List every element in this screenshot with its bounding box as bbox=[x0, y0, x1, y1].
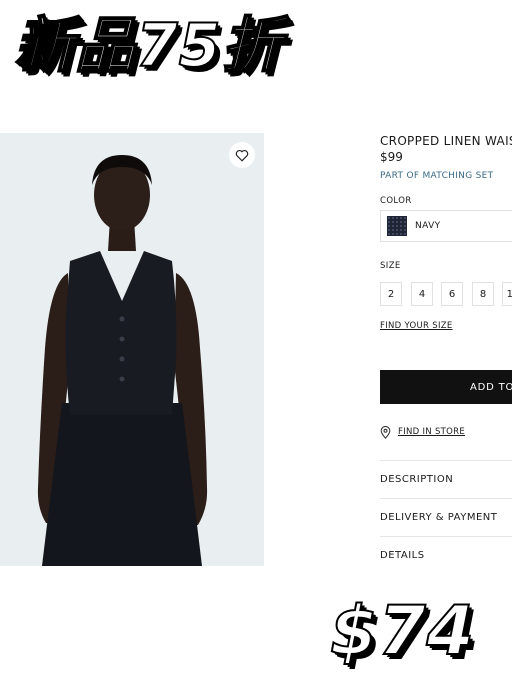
size-option[interactable]: 6 bbox=[441, 282, 463, 306]
product-price: $99 bbox=[380, 150, 403, 164]
size-option[interactable]: 8 bbox=[472, 282, 494, 306]
color-label: COLOR bbox=[380, 196, 412, 206]
product-panel: CROPPED LINEN WAISTCOAT $99 PART OF MATC… bbox=[380, 0, 512, 683]
color-swatch bbox=[387, 216, 407, 236]
size-option[interactable]: 2 bbox=[380, 282, 402, 306]
find-in-store-link[interactable]: FIND IN STORE bbox=[398, 427, 465, 437]
favorite-button[interactable] bbox=[229, 142, 255, 168]
add-to-bag-button[interactable]: ADD TO BAG bbox=[380, 370, 512, 404]
divider bbox=[380, 536, 512, 537]
model-illustration bbox=[37, 155, 208, 566]
accordion-delivery-payment[interactable]: DELIVERY & PAYMENT bbox=[380, 512, 497, 523]
promo-title: 新品75折 bbox=[13, 10, 283, 82]
accordion-details[interactable]: DETAILS bbox=[380, 550, 425, 561]
size-label: SIZE bbox=[380, 261, 401, 271]
color-name: NAVY bbox=[415, 221, 441, 231]
size-option[interactable]: 4 bbox=[411, 282, 433, 306]
divider bbox=[380, 498, 512, 499]
location-pin-icon bbox=[380, 426, 391, 439]
heart-icon bbox=[235, 149, 249, 162]
matching-set-link[interactable]: PART OF MATCHING SET bbox=[380, 171, 493, 181]
accordion-description[interactable]: DESCRIPTION bbox=[380, 474, 453, 485]
divider bbox=[380, 460, 512, 461]
product-photo[interactable] bbox=[0, 133, 264, 566]
color-selector[interactable]: NAVY bbox=[380, 210, 512, 242]
product-title: CROPPED LINEN WAISTCOAT bbox=[380, 134, 512, 148]
promo-price: $74 bbox=[329, 591, 475, 672]
size-option[interactable]: 10 bbox=[502, 282, 512, 306]
find-size-link[interactable]: FIND YOUR SIZE bbox=[380, 321, 453, 331]
